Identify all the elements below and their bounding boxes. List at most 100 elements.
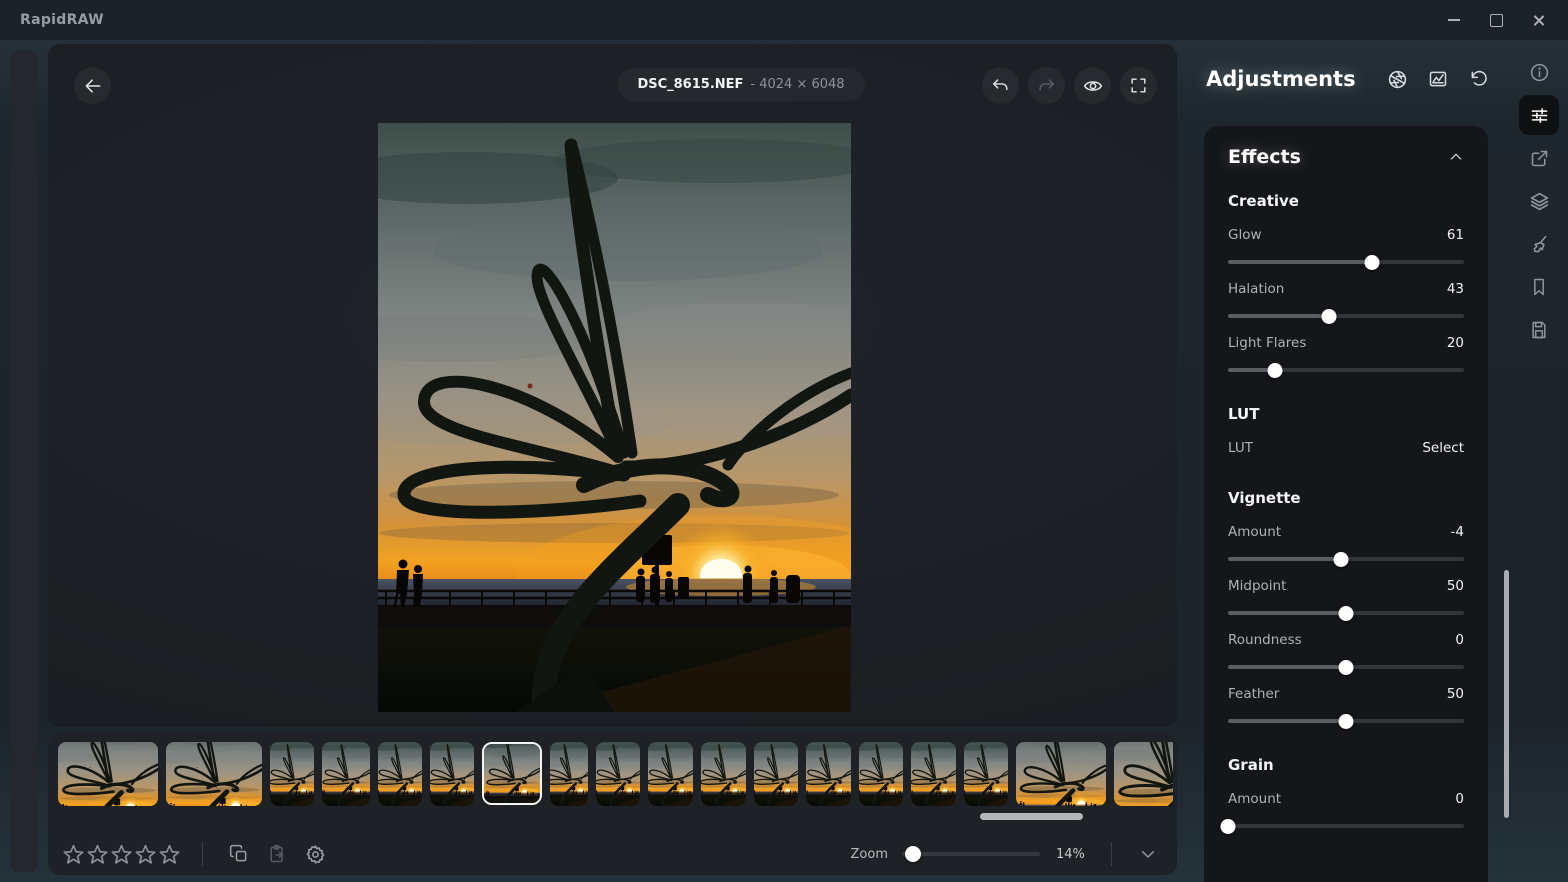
- effects-section-creative: Creative Glow 61 Halation 43 Light Flares 20: [1228, 192, 1464, 378]
- thumbnail[interactable]: [754, 742, 798, 806]
- filmstrip-scrollbar[interactable]: [980, 813, 1083, 820]
- back-button[interactable]: [74, 67, 111, 104]
- zoom-slider[interactable]: [902, 846, 1040, 862]
- star-icon[interactable]: [110, 843, 133, 866]
- slider-track[interactable]: [1220, 818, 1464, 834]
- chevron-right-icon: [17, 454, 31, 468]
- effects-section-lut: LUT LUT Select: [1228, 405, 1464, 456]
- preview-original-button[interactable]: [1074, 67, 1111, 104]
- effects-card: Effects Creative Glow 61 Halation 43 Light Fl…: [1204, 126, 1488, 882]
- thumbnail[interactable]: [322, 742, 370, 806]
- main-photo[interactable]: [378, 123, 851, 712]
- redo-button[interactable]: [1028, 67, 1065, 104]
- star-icon[interactable]: [86, 843, 109, 866]
- copy-icon: [229, 844, 247, 862]
- collapse-filmstrip-button[interactable]: [1133, 839, 1163, 869]
- undo-button[interactable]: [982, 67, 1019, 104]
- filmstrip-panel: Zoom 14%: [48, 733, 1177, 875]
- minimize-button[interactable]: [1446, 12, 1462, 28]
- slider-track[interactable]: [1228, 659, 1464, 675]
- fullscreen-button[interactable]: [1120, 67, 1157, 104]
- slider-value: -4: [1450, 524, 1464, 540]
- thumbnail[interactable]: [596, 742, 640, 806]
- bookmark-icon: [1534, 278, 1544, 296]
- thumbnail[interactable]: [430, 742, 474, 806]
- slider-value: 0: [1455, 791, 1464, 807]
- slider-thumb[interactable]: [1267, 362, 1283, 378]
- slider-thumb[interactable]: [1364, 254, 1380, 270]
- slider-track[interactable]: [1228, 713, 1464, 729]
- slider-track[interactable]: [1228, 362, 1464, 378]
- copy-settings-button[interactable]: [224, 839, 254, 869]
- slider-track[interactable]: [1228, 551, 1464, 567]
- zoom-slider-thumb[interactable]: [904, 846, 921, 862]
- thumbnail[interactable]: [550, 742, 588, 806]
- zoom-controls: Zoom 14%: [851, 839, 1167, 869]
- thumbnail[interactable]: [270, 742, 314, 806]
- slider-head: Midpoint 50: [1228, 578, 1464, 594]
- star-icon[interactable]: [158, 843, 181, 866]
- slider-thumb[interactable]: [1321, 308, 1337, 324]
- slider-fill: [1228, 260, 1372, 264]
- slider-thumb[interactable]: [1338, 605, 1354, 621]
- rail-adjustments-button[interactable]: [1519, 95, 1559, 135]
- histogram-button[interactable]: [1425, 66, 1451, 92]
- slider-head: LUT Select: [1228, 440, 1464, 456]
- rail-save-button[interactable]: [1519, 310, 1559, 350]
- thumbnail[interactable]: [58, 742, 158, 806]
- slider-value: 0: [1455, 632, 1464, 648]
- star-icon[interactable]: [62, 843, 85, 866]
- file-dimensions: - 4024 × 6048: [750, 77, 845, 92]
- window-controls: [1446, 12, 1546, 28]
- slider-label: Light Flares: [1228, 335, 1307, 351]
- star-icon[interactable]: [134, 843, 157, 866]
- slider-thumb[interactable]: [1220, 818, 1236, 834]
- reset-button[interactable]: [1466, 66, 1492, 92]
- thumbnail[interactable]: [378, 742, 422, 806]
- undo-icon: [993, 79, 1008, 91]
- export-icon: [1531, 150, 1547, 166]
- slider-track[interactable]: [1228, 254, 1464, 270]
- thumbnail[interactable]: [648, 742, 693, 806]
- panel-scrollbar[interactable]: [1504, 570, 1509, 818]
- thumbnail[interactable]: [911, 742, 956, 806]
- thumbnail[interactable]: [1114, 742, 1173, 806]
- slider-halation: Halation 43: [1228, 281, 1464, 324]
- reset-icon: [1471, 70, 1487, 86]
- thumbnail[interactable]: [964, 742, 1008, 806]
- slider-thumb[interactable]: [1338, 713, 1354, 729]
- settings-button[interactable]: [300, 839, 330, 869]
- canvas-actions: [982, 67, 1157, 104]
- section-title: Creative: [1228, 192, 1299, 210]
- chevron-up-icon: [1450, 153, 1462, 160]
- rail-layers-button[interactable]: [1519, 181, 1559, 221]
- minimize-icon: [1448, 19, 1460, 21]
- close-icon: [1532, 14, 1545, 27]
- rail-info-button[interactable]: [1519, 52, 1559, 92]
- thumbnail[interactable]: [806, 742, 851, 806]
- effects-section-header[interactable]: Effects: [1228, 146, 1464, 168]
- slider-label: Midpoint: [1228, 578, 1287, 594]
- thumbnail[interactable]: [166, 742, 262, 806]
- slider-label: LUT: [1228, 440, 1253, 456]
- slider-label: Amount: [1228, 791, 1282, 807]
- rail-export-button[interactable]: [1519, 138, 1559, 178]
- maximize-button[interactable]: [1488, 12, 1504, 28]
- slider-track[interactable]: [1228, 605, 1464, 621]
- paste-settings-button[interactable]: [262, 839, 292, 869]
- slider-thumb[interactable]: [1338, 659, 1354, 675]
- thumbnail[interactable]: [1016, 742, 1106, 806]
- bottom-toolbar: Zoom 14%: [48, 833, 1177, 875]
- left-panel-collapsed[interactable]: [10, 50, 38, 872]
- close-button[interactable]: [1530, 12, 1546, 28]
- slider-track[interactable]: [1228, 308, 1464, 324]
- aperture-button[interactable]: [1384, 66, 1410, 92]
- lut-select-button[interactable]: Select: [1422, 440, 1464, 456]
- adjustments-title: Adjustments: [1206, 67, 1356, 91]
- thumbnail-selected[interactable]: [482, 742, 542, 805]
- slider-thumb[interactable]: [1333, 551, 1349, 567]
- rail-cleanup-button[interactable]: [1519, 224, 1559, 264]
- thumbnail[interactable]: [859, 742, 903, 806]
- thumbnail[interactable]: [701, 742, 746, 806]
- rail-presets-button[interactable]: [1519, 267, 1559, 307]
